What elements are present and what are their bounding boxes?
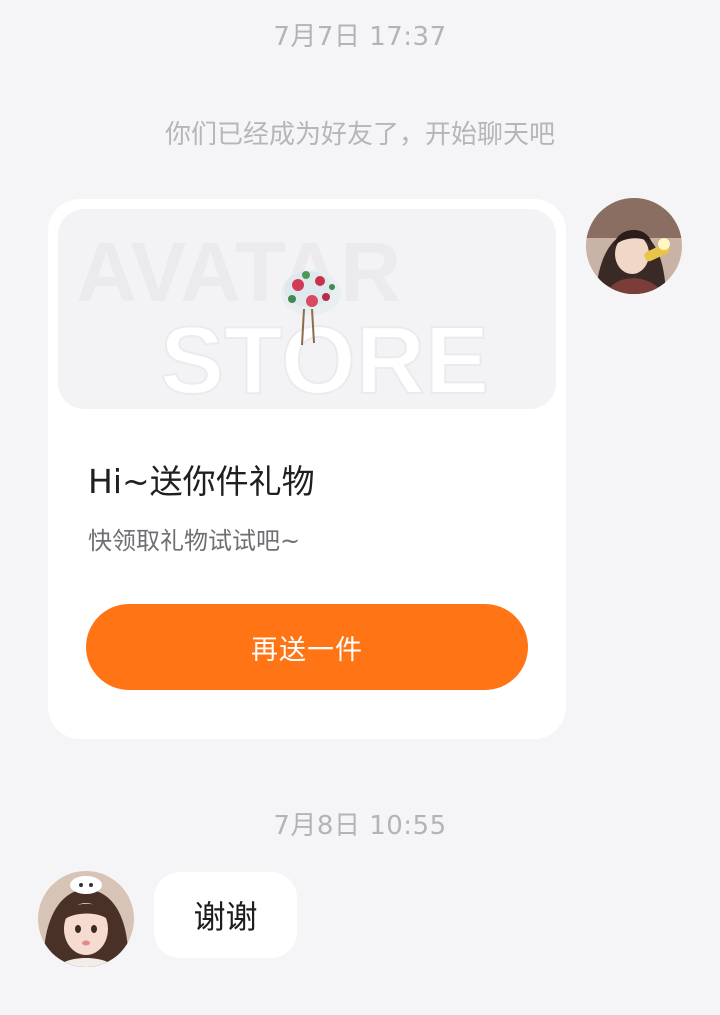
chat-screen: 7月7日 17:37 你们已经成为好友了，开始聊天吧 AVATAR STORE: [0, 0, 720, 1015]
avatar-image: [586, 198, 682, 294]
recipient-avatar[interactable]: [38, 871, 134, 967]
send-another-gift-button[interactable]: 再送一件: [86, 604, 528, 690]
gift-banner: AVATAR STORE: [58, 209, 556, 409]
message-bubble[interactable]: 谢谢: [154, 872, 297, 958]
sender-avatar[interactable]: [586, 198, 682, 294]
timestamp: 7月8日 10:55: [273, 811, 447, 841]
gift-title: Hi~送你件礼物: [88, 462, 315, 501]
banner-text: STORE: [160, 307, 489, 409]
timestamp: 7月7日 17:37: [273, 22, 447, 52]
gift-subtitle: 快领取礼物试试吧~: [88, 527, 301, 555]
gift-card: AVATAR STORE Hi~送你件礼物 快领取礼物试试吧~ 再送一件: [48, 199, 566, 739]
system-message: 你们已经成为好友了，开始聊天吧: [164, 120, 555, 150]
avatar-image: [38, 871, 134, 967]
banner-text: AVATAR: [76, 225, 401, 319]
